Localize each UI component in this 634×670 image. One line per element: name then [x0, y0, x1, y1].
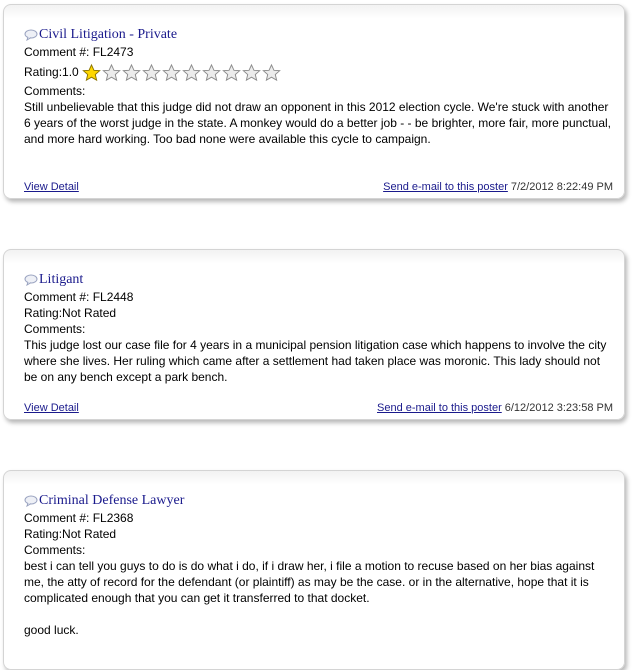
speech-bubble-icon: [24, 495, 38, 507]
star-icon: [161, 63, 181, 81]
star-icon: [241, 63, 261, 81]
comment-number: Comment #: FL2368: [24, 511, 134, 525]
review-card: Criminal Defense Lawyer Comment #: FL236…: [3, 470, 625, 670]
rating: Rating: 1.0: [24, 61, 616, 83]
review-body: Criminal Defense Lawyer Comment #: FL236…: [24, 492, 616, 638]
comments-label: Comments:: [24, 543, 86, 557]
star-rating: [81, 63, 282, 82]
rating-value: Not Rated: [62, 527, 117, 541]
star-icon: [81, 63, 101, 81]
view-detail-link[interactable]: View Detail: [24, 181, 79, 193]
star-icon: [181, 63, 201, 81]
rating-value: 1.0: [62, 65, 79, 79]
review-title-text: Civil Litigation - Private: [39, 27, 178, 42]
review-title-text: Criminal Defense Lawyer: [39, 493, 185, 508]
star-icon: [221, 63, 241, 81]
footer-right: Send e-mail to this poster 7/2/2012 8:22:…: [383, 181, 613, 193]
rating-label: Rating:: [24, 306, 63, 320]
post-date: 7/2/2012 8:22:49 PM: [510, 181, 613, 193]
rating-label: Rating:: [24, 527, 63, 541]
post-date: 6/12/2012 3:23:58 PM: [504, 402, 613, 414]
comment-number: Comment #: FL2448: [24, 290, 134, 304]
view-detail-link[interactable]: View Detail: [24, 402, 79, 414]
review-title: Criminal Defense Lawyer: [24, 492, 616, 510]
comment-text: This judge lost our case file for 4 year…: [24, 337, 616, 386]
comment-paragraph: This judge lost our case file for 4 year…: [24, 338, 607, 385]
rating: Rating:Not Rated: [24, 305, 616, 321]
comments-label: Comments:: [24, 84, 86, 98]
comments-label: Comments:: [24, 322, 86, 336]
footer-right: Send e-mail to this poster 6/12/2012 3:23…: [377, 402, 613, 414]
star-icon: [101, 63, 121, 81]
review-footer: View Detail Send e-mail to this poster 6/…: [24, 402, 613, 414]
review-title: Litigant: [24, 271, 616, 289]
star-icon: [201, 63, 221, 81]
send-email-link[interactable]: Send e-mail to this poster: [383, 181, 508, 193]
comment-paragraph: best i can tell you guys to do is do wha…: [24, 559, 595, 606]
rating-label: Rating:: [24, 65, 63, 79]
star-icon: [261, 63, 281, 81]
comment-text: Still unbelievable that this judge did n…: [24, 99, 616, 148]
speech-bubble-icon: [24, 29, 38, 41]
rating: Rating:Not Rated: [24, 526, 616, 542]
comment-number: Comment #: FL2473: [24, 45, 134, 59]
star-icon: [141, 63, 161, 81]
star-icon: [121, 63, 141, 81]
comment-paragraph: good luck.: [24, 622, 79, 637]
review-title-text: Litigant: [39, 272, 84, 287]
review-footer: View Detail Send e-mail to this poster 7/…: [24, 181, 613, 193]
comment-text: best i can tell you guys to do is do wha…: [24, 558, 616, 638]
review-body: Civil Litigation - Private Comment #: FL…: [24, 26, 616, 148]
review-card: Litigant Comment #: FL2448 Rating:Not Ra…: [3, 249, 625, 420]
review-title: Civil Litigation - Private: [24, 26, 616, 44]
review-card: Civil Litigation - Private Comment #: FL…: [3, 4, 625, 199]
rating-value: Not Rated: [62, 306, 117, 320]
send-email-link[interactable]: Send e-mail to this poster: [377, 402, 502, 414]
review-body: Litigant Comment #: FL2448 Rating:Not Ra…: [24, 271, 616, 386]
speech-bubble-icon: [24, 274, 38, 286]
comment-paragraph: Still unbelievable that this judge did n…: [24, 100, 611, 147]
